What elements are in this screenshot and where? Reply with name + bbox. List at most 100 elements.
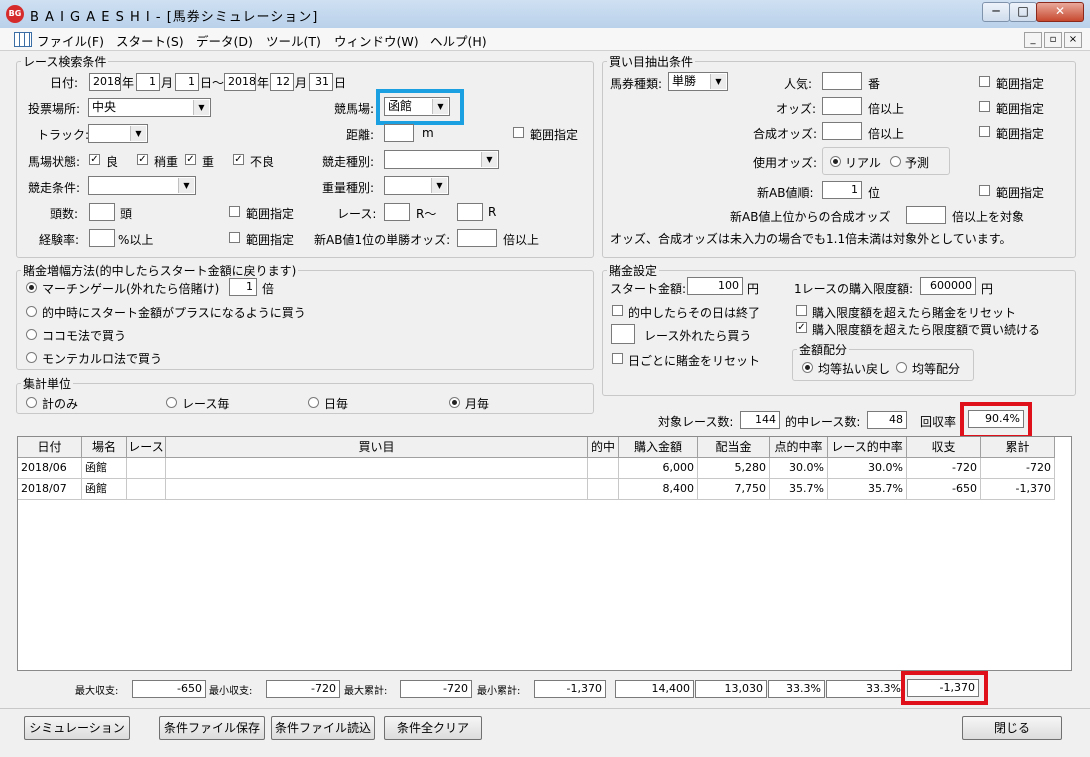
agg-day-radio[interactable] <box>308 397 319 408</box>
pop-range-checkbox[interactable] <box>979 76 990 87</box>
ab-rank-range-checkbox[interactable] <box>979 185 990 196</box>
table-cell[interactable] <box>127 458 166 479</box>
table-cell[interactable]: 函館 <box>82 479 127 500</box>
cond-good-checkbox[interactable]: ✓ <box>89 154 100 165</box>
equal-alloc-radio[interactable] <box>896 362 907 373</box>
minimize-button[interactable]: ─ <box>982 2 1010 22</box>
col-picks-header[interactable]: 買い目 <box>166 437 588 458</box>
cond-bad-checkbox[interactable]: ✓ <box>233 154 244 165</box>
cond-slightly-heavy-checkbox[interactable]: ✓ <box>137 154 148 165</box>
plus-on-hit-radio[interactable] <box>26 306 37 317</box>
start-year-input[interactable]: 2018 <box>89 73 121 91</box>
table-cell[interactable]: 7,750 <box>698 479 770 500</box>
col-hit-header[interactable]: 的中 <box>588 437 619 458</box>
table-cell[interactable]: -720 <box>907 458 981 479</box>
ab-top-input[interactable] <box>906 206 946 224</box>
end-month-input[interactable]: 12 <box>270 73 294 91</box>
martingale-radio[interactable] <box>26 282 37 293</box>
start-day-input[interactable]: 1 <box>175 73 199 91</box>
exp-input[interactable] <box>89 229 115 247</box>
ab-odds-input[interactable] <box>457 229 497 247</box>
keep-limit-checkbox[interactable]: ✓ <box>796 322 807 333</box>
menu-tools[interactable]: ツール(T) <box>266 31 321 50</box>
start-month-input[interactable]: 1 <box>136 73 160 91</box>
table-cell[interactable]: 函館 <box>82 458 127 479</box>
cond-heavy-checkbox[interactable]: ✓ <box>185 154 196 165</box>
col-income-header[interactable]: 収支 <box>907 437 981 458</box>
miss-count-input[interactable] <box>611 324 635 344</box>
equal-payout-radio[interactable] <box>802 362 813 373</box>
table-cell[interactable]: 35.7% <box>828 479 907 500</box>
close-window-button[interactable]: ✕ <box>1036 2 1084 22</box>
agg-month-radio[interactable] <box>449 397 460 408</box>
maximize-button[interactable]: □ <box>1009 2 1037 22</box>
comb-odds-input[interactable] <box>822 122 862 140</box>
place-select[interactable]: 中央 ▼ <box>88 98 211 117</box>
col-payout-header[interactable]: 配当金 <box>698 437 770 458</box>
table-cell[interactable]: -1,370 <box>981 479 1055 500</box>
odds-real-radio[interactable] <box>830 156 841 167</box>
weight-select[interactable]: ▼ <box>384 176 449 195</box>
table-cell[interactable] <box>588 458 619 479</box>
course-select[interactable]: 函館 ▼ <box>384 97 450 116</box>
mdi-minimize-button[interactable]: _ <box>1024 32 1042 48</box>
table-cell[interactable]: 2018/07 <box>18 479 82 500</box>
table-cell[interactable] <box>588 479 619 500</box>
menu-window[interactable]: ウィンドウ(W) <box>334 31 419 50</box>
odds-forecast-radio[interactable] <box>890 156 901 167</box>
ticket-select[interactable]: 単勝 ▼ <box>668 72 728 91</box>
col-course-header[interactable]: 場名 <box>82 437 127 458</box>
distance-range-checkbox[interactable] <box>513 127 524 138</box>
table-cell[interactable]: 2018/06 <box>18 458 82 479</box>
pop-input[interactable] <box>822 72 862 90</box>
ab-rank-input[interactable]: 1 <box>822 181 862 199</box>
simulate-button[interactable]: シミュレーション <box>24 716 130 740</box>
col-point-rate-header[interactable]: 点的中率 <box>770 437 828 458</box>
clear-conditions-button[interactable]: 条件全クリア <box>384 716 482 740</box>
results-table[interactable]: 日付 場名 レース 買い目 的中 購入金額 配当金 点的中率 レース的中率 収支 累計 2018/0… <box>17 436 1072 671</box>
menu-help[interactable]: ヘルプ(H) <box>430 31 487 50</box>
table-cell[interactable]: -650 <box>907 479 981 500</box>
agg-race-radio[interactable] <box>166 397 177 408</box>
table-cell[interactable]: 30.0% <box>828 458 907 479</box>
load-conditions-button[interactable]: 条件ファイル読込 <box>271 716 375 740</box>
table-cell[interactable]: 8,400 <box>619 479 698 500</box>
cocomo-radio[interactable] <box>26 329 37 340</box>
exp-range-checkbox[interactable] <box>229 232 240 243</box>
table-cell[interactable]: 5,280 <box>698 458 770 479</box>
comb-range-checkbox[interactable] <box>979 126 990 137</box>
close-button[interactable]: 閉じる <box>962 716 1062 740</box>
limit-input[interactable]: 600000 <box>920 277 976 295</box>
reset-over-limit-checkbox[interactable] <box>796 305 807 316</box>
table-cell[interactable] <box>166 479 588 500</box>
track-select[interactable]: ▼ <box>88 124 148 143</box>
mdi-close-button[interactable]: × <box>1064 32 1082 48</box>
distance-input[interactable] <box>384 124 414 142</box>
odds-range-checkbox[interactable] <box>979 101 990 112</box>
end-on-hit-checkbox[interactable] <box>612 305 623 316</box>
end-year-input[interactable]: 2018 <box>224 73 256 91</box>
start-amount-input[interactable]: 100 <box>687 277 743 295</box>
menu-file[interactable]: ファイル(F) <box>37 31 104 50</box>
table-cell[interactable] <box>127 479 166 500</box>
col-date-header[interactable]: 日付 <box>18 437 82 458</box>
reset-daily-checkbox[interactable] <box>612 353 623 364</box>
mdi-restore-button[interactable]: ▫ <box>1044 32 1062 48</box>
odds-input[interactable] <box>822 97 862 115</box>
agg-total-radio[interactable] <box>26 397 37 408</box>
menu-start[interactable]: スタート(S) <box>116 31 184 50</box>
col-race-header[interactable]: レース <box>127 437 166 458</box>
col-cumulative-header[interactable]: 累計 <box>981 437 1055 458</box>
race-type-select[interactable]: ▼ <box>384 150 499 169</box>
table-cell[interactable] <box>166 458 588 479</box>
col-buy-header[interactable]: 購入金額 <box>619 437 698 458</box>
col-race-rate-header[interactable]: レース的中率 <box>828 437 907 458</box>
save-conditions-button[interactable]: 条件ファイル保存 <box>159 716 265 740</box>
heads-input[interactable] <box>89 203 115 221</box>
end-day-input[interactable]: 31 <box>309 73 333 91</box>
table-cell[interactable]: 35.7% <box>770 479 828 500</box>
race-cond-select[interactable]: ▼ <box>88 176 196 195</box>
table-cell[interactable]: 30.0% <box>770 458 828 479</box>
multiplier-input[interactable]: 1 <box>229 278 257 296</box>
title-bar[interactable]: BG B A I G A E S H I - [馬券シミュレーション] ─ □ … <box>0 0 1090 29</box>
